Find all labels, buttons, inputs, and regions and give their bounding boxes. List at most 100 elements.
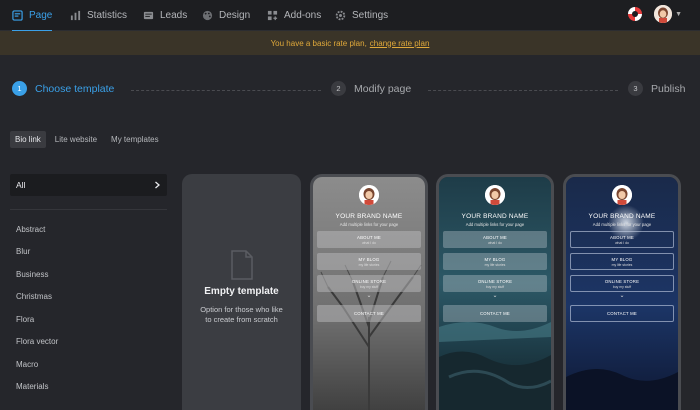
link-title: ONLINE STORE	[477, 278, 513, 284]
link-button-about: ABOUT ME what I do	[570, 231, 674, 248]
empty-template-description: Option for those who like to create from…	[200, 305, 283, 324]
nav-page-label: Page	[29, 10, 53, 21]
category-item[interactable]: Blur	[10, 241, 167, 264]
link-button-contact: CONTACT ME	[570, 305, 674, 322]
nav-design[interactable]: Design	[202, 0, 250, 31]
link-button-store: ONLINE STORE buy my stuff	[570, 275, 674, 292]
gear-icon	[335, 10, 346, 21]
nav-statistics[interactable]: Statistics	[70, 0, 127, 31]
category-item[interactable]: Flora vector	[10, 331, 167, 354]
template-card-grey-tree[interactable]: YOUR BRAND NAME Add multiple links for y…	[310, 174, 428, 410]
template-content: YOUR BRAND NAME Add multiple links for y…	[566, 177, 678, 410]
step-modify-page[interactable]: 2 Modify page	[331, 81, 411, 96]
document-icon	[230, 250, 253, 280]
step-number: 1	[12, 81, 27, 96]
step-label: Publish	[651, 82, 686, 95]
template-content: YOUR BRAND NAME Add multiple links for y…	[313, 177, 425, 410]
nav-settings[interactable]: Settings	[335, 0, 388, 31]
link-subtitle: my life stories	[358, 262, 380, 267]
link-button-about: ABOUT ME what I do	[317, 231, 421, 248]
link-title: CONTACT ME	[479, 311, 510, 316]
empty-template-card[interactable]: Empty template Option for those who like…	[182, 174, 301, 410]
chart-icon	[70, 10, 81, 21]
link-title: MY BLOG	[484, 256, 506, 262]
leads-icon	[143, 11, 154, 20]
step-number: 2	[331, 81, 346, 96]
chevron-down-icon: ⌄	[366, 293, 372, 299]
nav-design-label: Design	[219, 10, 251, 21]
link-button-blog: MY BLOG my life stories	[570, 253, 674, 270]
avatar	[612, 185, 632, 205]
step-label: Choose template	[35, 82, 115, 95]
brand-name: YOUR BRAND NAME	[335, 213, 403, 220]
link-subtitle: what I do	[615, 240, 629, 245]
avatar	[485, 185, 505, 205]
chevron-right-icon	[155, 181, 160, 189]
brand-subtitle: Add multiple links for your page	[592, 222, 652, 227]
link-subtitle: buy my stuff	[612, 284, 632, 289]
wizard-steps: 1 Choose template 2 Modify page 3 Publis…	[0, 55, 700, 125]
nav-leads-label: Leads	[160, 10, 188, 21]
brand-subtitle: Add multiple links for your page	[465, 222, 525, 227]
tab-lite-website[interactable]: Lite website	[50, 131, 102, 148]
link-subtitle: buy my stuff	[485, 284, 505, 289]
brand-subtitle: Add multiple links for your page	[339, 222, 399, 227]
link-title: ABOUT ME	[610, 234, 634, 240]
link-button-blog: MY BLOG my life stories	[443, 253, 547, 270]
change-rate-plan-link[interactable]: change rate plan	[370, 39, 430, 48]
nav-statistics-label: Statistics	[87, 10, 128, 21]
link-subtitle: what I do	[362, 240, 376, 245]
avatar	[359, 185, 379, 205]
rate-plan-banner: You have a basic rate plan, change rate …	[0, 31, 700, 55]
nav-addons-label: Add-ons	[284, 10, 322, 21]
tab-bio-link[interactable]: Bio link	[10, 131, 46, 148]
nav-settings-label: Settings	[352, 10, 389, 21]
step-publish[interactable]: 3 Publish	[628, 81, 685, 96]
nav-right-group: ▼	[628, 5, 682, 23]
link-title: ONLINE STORE	[604, 278, 640, 284]
divider	[10, 209, 167, 210]
link-title: ABOUT ME	[483, 234, 507, 240]
lifebuoy-icon[interactable]	[628, 7, 643, 21]
category-item[interactable]: Flora	[10, 308, 167, 331]
category-item[interactable]: Christmas	[10, 286, 167, 309]
brand-name: YOUR BRAND NAME	[588, 213, 656, 220]
link-button-contact: CONTACT ME	[443, 305, 547, 322]
category-item[interactable]: Macro	[10, 353, 167, 376]
link-title: MY BLOG	[358, 256, 380, 262]
category-item[interactable]: Materials	[10, 376, 167, 399]
chevron-down-icon: ⌄	[492, 293, 498, 299]
top-navigation: Page Statistics Leads Design Add-ons Set…	[0, 0, 700, 32]
template-card-sea[interactable]: YOUR BRAND NAME Add multiple links for y…	[436, 174, 554, 410]
link-button-about: ABOUT ME what I do	[443, 231, 547, 248]
step-divider	[131, 90, 321, 91]
template-card-blue-night[interactable]: YOUR BRAND NAME Add multiple links for y…	[563, 174, 681, 410]
category-all-label: All	[16, 180, 26, 190]
category-item[interactable]: Business	[10, 263, 167, 286]
user-menu[interactable]: ▼	[654, 5, 682, 23]
link-subtitle: buy my stuff	[359, 284, 379, 289]
empty-template-title: Empty template	[204, 286, 279, 297]
palette-icon	[202, 10, 213, 21]
category-item[interactable]: Abstract	[10, 218, 167, 241]
link-subtitle: my life stories	[611, 262, 633, 267]
link-title: ONLINE STORE	[351, 278, 387, 284]
nav-page[interactable]: Page	[12, 0, 53, 32]
step-divider	[428, 90, 618, 91]
link-title: ABOUT ME	[357, 234, 381, 240]
category-all[interactable]: All	[10, 174, 167, 196]
link-subtitle: what I do	[488, 240, 502, 245]
template-content: YOUR BRAND NAME Add multiple links for y…	[439, 177, 551, 410]
tab-my-templates[interactable]: My templates	[106, 131, 164, 148]
page-icon	[12, 10, 23, 21]
link-title: MY BLOG	[611, 256, 633, 262]
link-title: CONTACT ME	[606, 311, 637, 316]
link-title: CONTACT ME	[353, 311, 384, 316]
nav-leads[interactable]: Leads	[143, 0, 187, 31]
step-choose-template[interactable]: 1 Choose template	[12, 81, 114, 96]
link-subtitle: my life stories	[484, 262, 506, 267]
link-button-blog: MY BLOG my life stories	[317, 253, 421, 270]
step-number: 3	[628, 81, 643, 96]
link-button-store: ONLINE STORE buy my stuff	[317, 275, 421, 292]
nav-addons[interactable]: Add-ons	[267, 0, 321, 31]
